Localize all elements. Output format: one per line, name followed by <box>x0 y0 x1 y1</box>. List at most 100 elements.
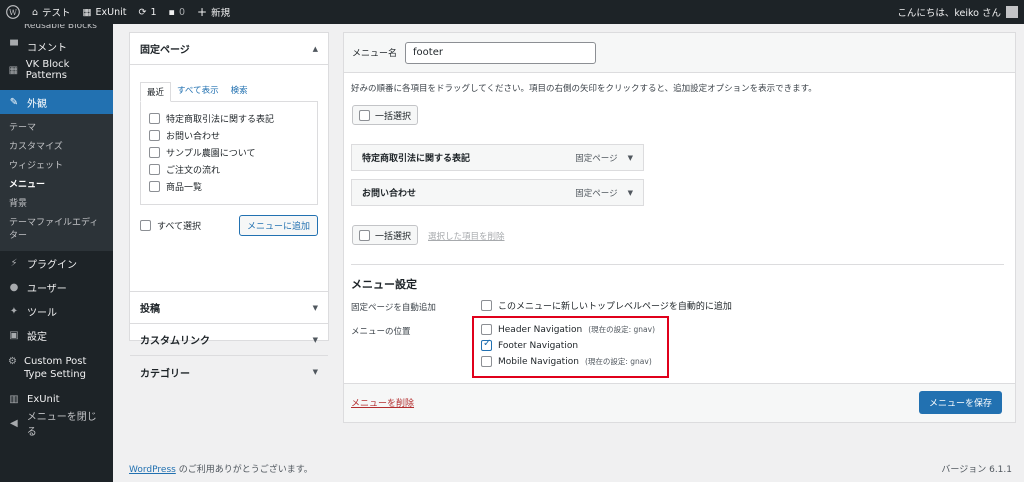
paintbrush-icon: ✎ <box>9 96 19 108</box>
updates-link[interactable]: ⟳ 1 <box>133 0 163 24</box>
collapse-menu-button[interactable]: ◀ メニューを閉じる <box>0 411 113 438</box>
pages-accordion-body: 最近 すべて表示 検索 特定商取引法に関する表記 お問い合わせ サンプル農園につ… <box>130 81 328 292</box>
checkbox[interactable] <box>359 109 370 121</box>
sidebar-item-settings[interactable]: ▣ 設定 <box>0 323 113 347</box>
gear-icon: ⚙ <box>8 356 17 368</box>
svg-text:W: W <box>9 8 17 17</box>
pages-accordion-header[interactable]: 固定ページ ▲ <box>130 33 328 65</box>
tab-view-all[interactable]: すべて表示 <box>171 81 225 101</box>
footer-version: バージョン 6.1.1 <box>941 465 1012 475</box>
list-item[interactable]: サンプル農園について <box>149 144 309 161</box>
list-item[interactable]: 特定商取引法に関する表記 <box>149 110 309 127</box>
grid-icon: ▦ <box>8 64 19 76</box>
submenu-theme-file-editor[interactable]: テーマファイルエディター <box>0 214 113 246</box>
pages-checklist: 特定商取引法に関する表記 お問い合わせ サンプル農園について ご注文の流れ 商品… <box>140 101 318 205</box>
tab-recent[interactable]: 最近 <box>140 82 172 102</box>
exunit-icon: ▦ <box>82 6 92 18</box>
submenu-widgets[interactable]: ウィジェット <box>0 157 113 176</box>
sidebar-item-users[interactable]: ● ユーザー <box>0 275 113 299</box>
wordpress-link[interactable]: WordPress <box>129 465 176 475</box>
checkbox[interactable] <box>481 300 492 311</box>
menu-header: メニュー名 footer <box>344 33 1015 73</box>
add-menu-items-panel: 固定ページ ▲ 最近 すべて表示 検索 特定商取引法に関する表記 お問い合わせ サ… <box>129 32 329 380</box>
submenu-background[interactable]: 背景 <box>0 195 113 214</box>
menu-location-label: メニューの位置 <box>351 327 411 337</box>
wrench-icon: ✦ <box>9 305 19 317</box>
exunit-link[interactable]: ▦ ExUnit <box>77 0 133 24</box>
list-item[interactable]: ご注文の流れ <box>149 161 309 178</box>
sidebar-item-reusable-blocks[interactable]: Reusable Blocks <box>0 24 113 34</box>
my-account[interactable]: こんにちは、keiko さん <box>897 5 1024 19</box>
location-footer[interactable]: Footer Navigation <box>481 337 578 354</box>
sidebar-item-appearance[interactable]: ✎ 外観 <box>0 90 113 114</box>
new-content-link[interactable]: + 新規 <box>191 0 236 24</box>
save-menu-button[interactable]: メニューを保存 <box>919 391 1002 414</box>
plugin-icon: ⚡ <box>10 257 18 269</box>
checkbox[interactable] <box>140 220 151 231</box>
menu-footer <box>344 383 1015 422</box>
home-icon: ⌂ <box>32 6 39 18</box>
wp-logo-icon[interactable]: W <box>0 0 26 24</box>
submenu-menus[interactable]: メニュー <box>0 176 113 195</box>
menu-name-input[interactable]: footer <box>405 41 597 64</box>
bulk-select-top[interactable]: 一括選択 <box>352 105 419 125</box>
caret-up-icon: ▲ <box>312 44 318 53</box>
caret-down-icon: ▼ <box>312 303 318 312</box>
menu-item[interactable]: 特定商取引法に関する表記 固定ページ ▼ <box>351 144 644 171</box>
menu-item[interactable]: お問い合わせ 固定ページ ▼ <box>351 179 644 206</box>
sidebar-item-comments[interactable]: ▀ コメント <box>0 34 113 58</box>
caret-down-icon: ▼ <box>312 368 318 376</box>
avatar <box>1006 6 1018 18</box>
add-to-menu-button[interactable]: メニューに追加 <box>239 215 318 236</box>
caret-down-icon[interactable]: ▼ <box>628 189 633 197</box>
caret-down-icon: ▼ <box>312 335 318 344</box>
checkbox[interactable] <box>481 324 492 335</box>
bulk-select-bottom[interactable]: 一括選択 <box>352 225 419 245</box>
remove-selected-link[interactable]: 選択した項目を削除 <box>428 230 505 242</box>
sidebar-item-tools[interactable]: ✦ ツール <box>0 299 113 323</box>
admin-bar: W ⌂ テスト ▦ ExUnit ⟳ 1 ▪ 0 + 新規 こんにちは、keiko さん <box>0 0 1024 24</box>
checkbox[interactable] <box>149 147 160 158</box>
checkbox[interactable] <box>481 356 492 367</box>
plus-icon: + <box>197 5 208 19</box>
sidebar-item-plugins[interactable]: ⚡ プラグイン <box>0 251 113 275</box>
comment-icon: ▪ <box>168 6 175 18</box>
checkbox[interactable] <box>359 229 370 241</box>
settings-icon: ▣ <box>9 329 19 341</box>
sidebar-item-custom-post-type[interactable]: ⚙ Custom Post Type Setting <box>0 351 113 387</box>
collapse-icon: ◀ <box>10 417 18 429</box>
delete-menu-link[interactable]: メニューを削除 <box>351 396 414 409</box>
site-name-link[interactable]: ⌂ テスト <box>26 0 77 24</box>
comment-icon: ▀ <box>10 40 18 52</box>
chart-icon: ▥ <box>9 393 19 405</box>
tab-search[interactable]: 検索 <box>225 81 254 101</box>
appearance-submenu: テーマ カスタマイズ ウィジェット メニュー 背景 テーマファイルエディター <box>0 114 113 252</box>
divider <box>351 264 1004 265</box>
submenu-themes[interactable]: テーマ <box>0 119 113 138</box>
drag-instructions: 好みの順番に各項目をドラッグしてください。項目の右側の矢印をクリックすると、追加… <box>351 84 817 94</box>
checkbox[interactable] <box>149 164 160 175</box>
footer-thanks: WordPress のご利用ありがとうございます。 <box>129 465 313 475</box>
list-item[interactable]: お問い合わせ <box>149 127 309 144</box>
admin-sidebar: Reusable Blocks ▀ コメント ▦ VK Block Patterns… <box>0 24 113 482</box>
user-icon: ● <box>9 281 19 293</box>
posts-accordion-header[interactable]: 投稿 ▼ <box>130 292 328 324</box>
location-header[interactable]: Header Navigation (現在の設定: gnav) <box>481 321 655 338</box>
list-item[interactable]: 商品一覧 <box>149 178 309 195</box>
submenu-customize[interactable]: カスタマイズ <box>0 138 113 157</box>
comments-link[interactable]: ▪ 0 <box>163 0 192 24</box>
caret-down-icon[interactable]: ▼ <box>628 154 633 162</box>
custom-links-accordion-header[interactable]: カスタムリンク ▼ <box>130 324 328 356</box>
checkbox[interactable] <box>149 113 160 124</box>
select-all-checkbox[interactable]: すべて選択 <box>140 217 201 234</box>
updates-icon: ⟳ <box>138 6 147 18</box>
location-mobile[interactable]: Mobile Navigation (現在の設定: gnav) <box>481 353 652 370</box>
pages-tabs: 最近 すべて表示 検索 <box>140 81 328 102</box>
checkbox-checked[interactable] <box>481 338 492 351</box>
checkbox[interactable] <box>149 181 160 192</box>
auto-add-option[interactable]: このメニューに新しいトップレベルページを自動的に追加 <box>481 297 732 314</box>
categories-accordion-header[interactable]: カテゴリー ▼ <box>130 356 328 388</box>
checkbox[interactable] <box>149 130 160 141</box>
menu-settings-title: メニュー設定 <box>351 278 417 291</box>
sidebar-item-vk-block-patterns[interactable]: ▦ VK Block Patterns <box>0 58 113 82</box>
